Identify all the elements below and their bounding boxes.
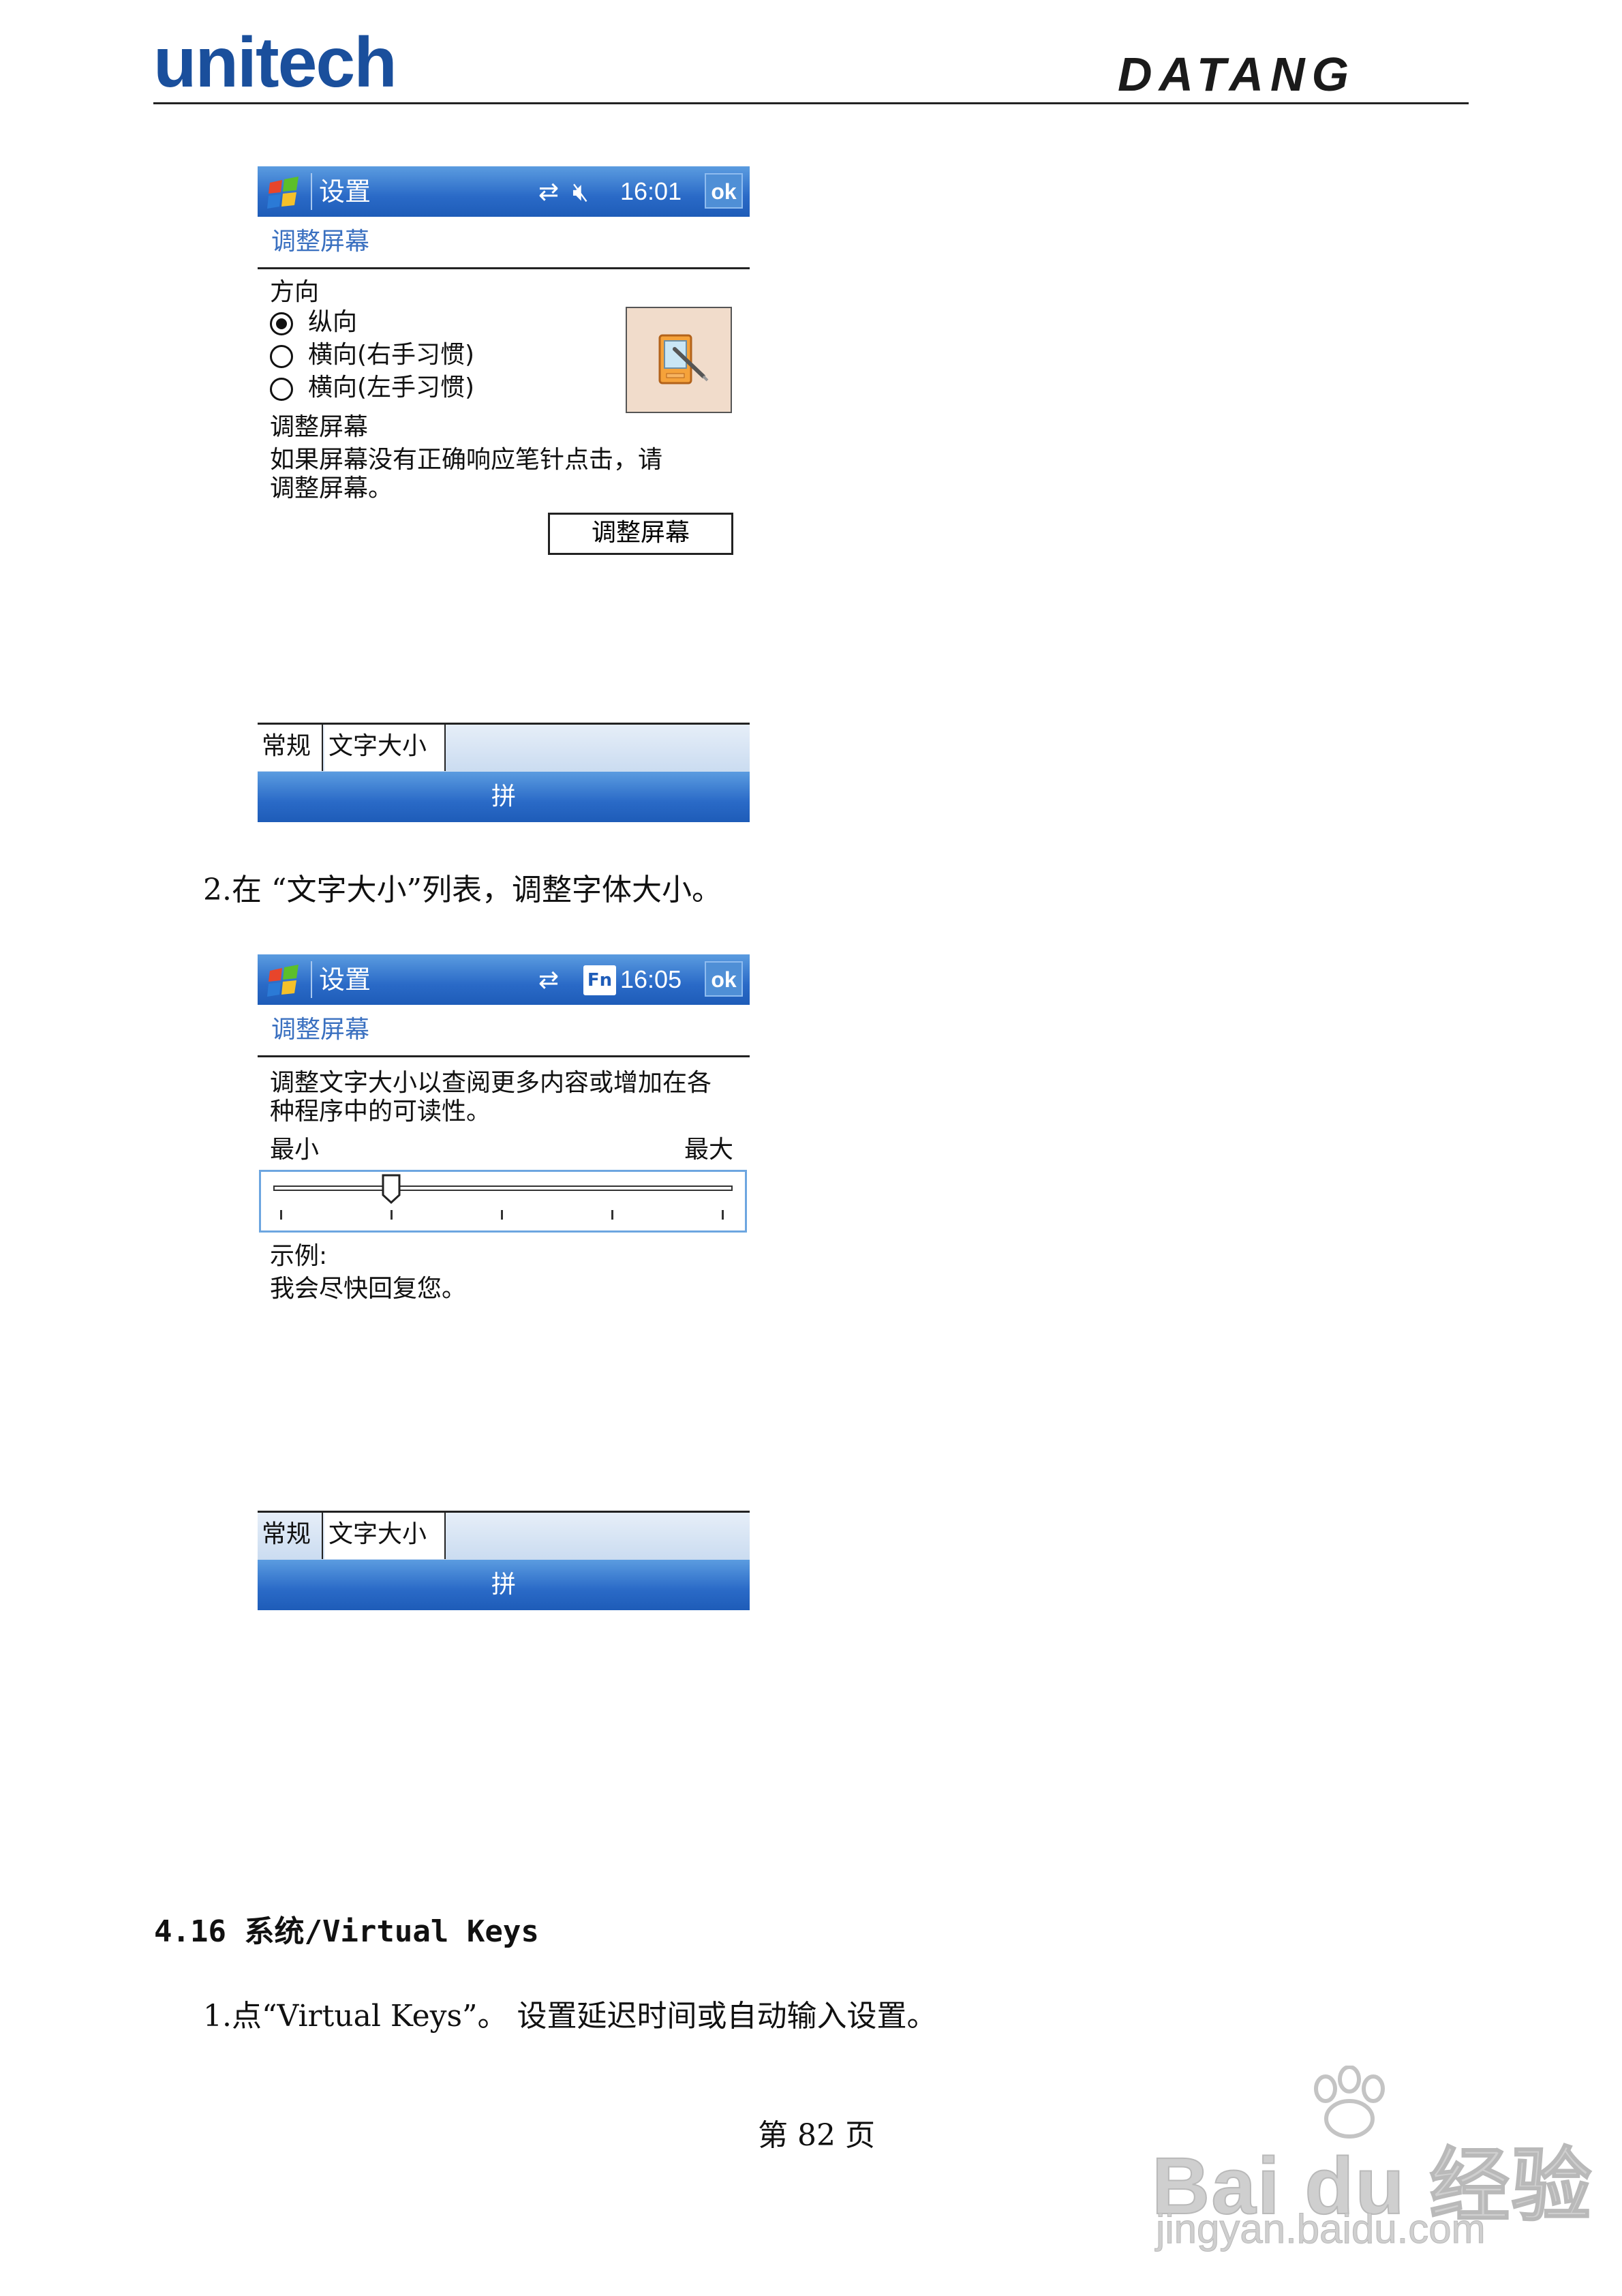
stylus-device-icon <box>658 334 709 384</box>
text-size-desc-line2: 种程序中的可读性。 <box>270 1098 491 1126</box>
orientation-label: 方向 <box>270 278 320 306</box>
input-panel-bar[interactable]: 拼 <box>258 772 750 822</box>
slider-tick <box>391 1210 393 1220</box>
title-bar: 设置 ⇄ Fn 16:05 ok <box>258 954 750 1005</box>
step-1-text: 1.点“Virtual Keys”。 设置延迟时间或自动输入设置。 <box>203 1999 937 2034</box>
clock[interactable]: 16:05 <box>620 964 682 995</box>
slider-tick <box>722 1210 724 1220</box>
screen-align-image <box>626 307 732 413</box>
sample-label: 示例: <box>270 1242 328 1270</box>
radio-portrait[interactable] <box>270 312 293 335</box>
title-bar: 设置 ⇄ 🔇︎ 16:01 ok <box>258 166 750 217</box>
radio-landscape-left-label[interactable]: 横向(左手习惯) <box>308 372 474 404</box>
slider-tick <box>501 1210 503 1220</box>
connectivity-icon[interactable]: ⇄ <box>538 967 559 994</box>
radio-landscape-left[interactable] <box>270 378 293 401</box>
ok-button[interactable]: ok <box>705 173 743 209</box>
connectivity-icon[interactable]: ⇄ <box>538 179 559 206</box>
align-screen-label: 调整屏幕 <box>270 413 369 441</box>
ok-button[interactable]: ok <box>705 961 743 997</box>
tab-text-size[interactable]: 文字大小 <box>324 1513 446 1559</box>
slider-thumb[interactable] <box>381 1173 401 1205</box>
slider-track[interactable] <box>273 1185 733 1191</box>
tab-text-size[interactable]: 文字大小 <box>324 725 446 771</box>
unitech-logo: unitech <box>153 23 397 102</box>
fn-key-icon[interactable]: Fn <box>583 965 616 995</box>
title-separator <box>311 173 312 210</box>
baidu-jingyan-watermark: Bai du 经验 jingyan.baidu.com <box>1151 2066 1592 2256</box>
text-size-slider[interactable] <box>259 1170 747 1233</box>
align-desc-line2: 调整屏幕。 <box>270 474 393 502</box>
radio-landscape-right[interactable] <box>270 345 293 368</box>
step-2-text: 2.在 “文字大小”列表，调整字体大小。 <box>203 873 722 907</box>
tab-bar: 常规 文字大小 <box>258 723 750 774</box>
page-number: 第 82 页 <box>758 2118 875 2153</box>
sample-text: 我会尽快回复您。 <box>270 1275 467 1303</box>
slider-tick <box>280 1210 282 1220</box>
page-title: 调整屏幕 <box>271 228 370 256</box>
header-rule <box>153 102 1469 104</box>
title-divider <box>258 267 750 269</box>
volume-muted-icon[interactable]: 🔇︎ <box>572 177 589 206</box>
min-label: 最小 <box>270 1136 320 1164</box>
slider-tick <box>611 1210 613 1220</box>
title-separator <box>311 961 312 998</box>
clock[interactable]: 16:01 <box>620 176 682 207</box>
window-title: 设置 <box>319 177 371 207</box>
radio-portrait-label[interactable]: 纵向 <box>308 307 357 338</box>
screenshot-display-settings: 设置 ⇄ 🔇︎ 16:01 ok 调整屏幕 方向 纵向 横向(右手习惯) 横向(… <box>258 166 750 822</box>
radio-landscape-right-label[interactable]: 横向(右手习惯) <box>308 339 474 371</box>
page-title: 调整屏幕 <box>271 1016 370 1044</box>
title-divider <box>258 1055 750 1057</box>
align-screen-button[interactable]: 调整屏幕 <box>548 513 733 555</box>
windows-start-icon[interactable] <box>266 173 304 211</box>
max-label: 最大 <box>684 1136 734 1164</box>
input-panel-bar[interactable]: 拼 <box>258 1560 750 1610</box>
screenshot-text-size-settings: 设置 ⇄ Fn 16:05 ok 调整屏幕 调整文字大小以查阅更多内容或增加在各… <box>258 954 750 1613</box>
text-size-desc-line1: 调整文字大小以查阅更多内容或增加在各 <box>270 1069 712 1097</box>
section-heading: 4.16 系统/Virtual Keys <box>154 1914 539 1949</box>
windows-start-icon[interactable] <box>266 961 304 999</box>
tab-bar: 常规 文字大小 <box>258 1511 750 1562</box>
window-title: 设置 <box>319 965 371 995</box>
watermark-url: jingyan.baidu.com <box>1156 2206 1486 2252</box>
align-desc-line1: 如果屏幕没有正确响应笔针点击，请 <box>270 446 663 474</box>
datang-logo: DATANG <box>1118 48 1356 101</box>
tab-general[interactable]: 常规 <box>258 1513 323 1559</box>
tab-general[interactable]: 常规 <box>258 725 323 771</box>
